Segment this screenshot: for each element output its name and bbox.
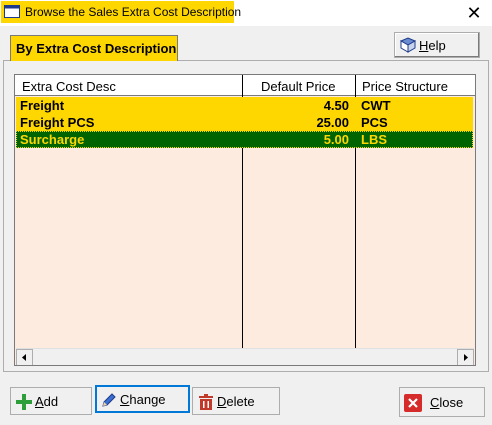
help-book-icon [399,37,417,53]
cell-structure: PCS [361,115,388,130]
cell-desc: Freight PCS [20,115,95,130]
help-button[interactable]: Help [394,32,480,58]
scrollbar-thumb[interactable] [33,350,457,365]
cell-price: 25.00 [316,115,349,130]
close-button[interactable]: Close [399,387,485,417]
cell-structure: CWT [361,98,391,113]
help-button-label: Help [419,38,446,53]
column-header-price-structure[interactable]: Price Structure [362,75,448,96]
column-header-default-price[interactable]: Default Price [261,75,335,96]
window-close-button[interactable]: ✕ [460,1,488,25]
horizontal-scrollbar[interactable] [16,348,474,365]
tab-by-extra-cost-description[interactable]: By Extra Cost Description [10,35,178,61]
pencil-icon [102,393,116,407]
change-button[interactable]: Change [95,385,190,413]
close-icon [404,394,422,412]
add-button-label: Add [35,394,59,409]
scroll-right-button[interactable] [457,349,474,365]
window-title: Browse the Sales Extra Cost Description [25,5,242,19]
cell-desc: Surcharge [20,132,85,147]
cell-price: 4.50 [323,98,349,113]
delete-button[interactable]: Delete [192,387,280,415]
cell-price: 5.00 [323,132,349,147]
column-header-extra-cost-desc[interactable]: Extra Cost Desc [22,75,116,96]
table-header: Extra Cost Desc Default Price Price Stru… [15,75,475,96]
delete-button-label: Delete [217,394,255,409]
arrow-left-icon [22,354,26,361]
table-row[interactable]: Freight 4.50 CWT [16,97,473,114]
table-row[interactable]: Freight PCS 25.00 PCS [16,114,473,131]
arrow-right-icon [464,354,468,361]
add-button[interactable]: Add [10,387,92,415]
close-button-label: Close [430,395,464,410]
table-row-selected[interactable]: Surcharge 5.00 LBS [16,131,473,148]
cell-desc: Freight [20,98,65,113]
extra-cost-table[interactable]: Extra Cost Desc Default Price Price Stru… [14,74,476,366]
scroll-left-button[interactable] [16,349,33,365]
change-button-label: Change [120,392,166,407]
trash-icon [199,394,213,410]
plus-icon [16,394,32,410]
title-bar: Browse the Sales Extra Cost Description … [0,0,492,26]
app-window-icon [4,5,20,18]
cell-structure: LBS [361,132,387,147]
